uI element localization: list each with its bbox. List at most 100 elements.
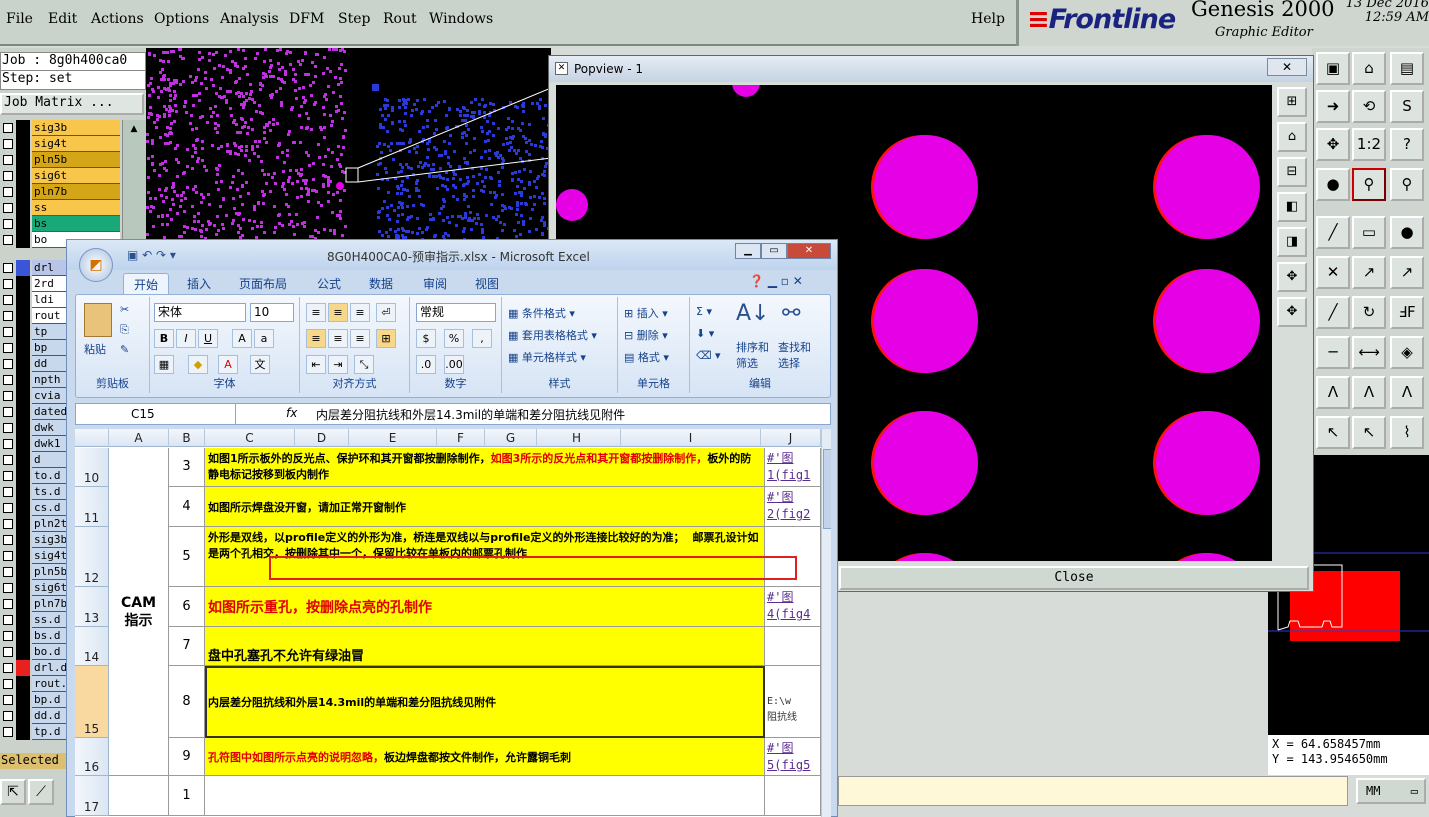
layer-color-swatch[interactable] [16,724,30,740]
stretch-icon[interactable]: ⟷ [1352,336,1386,369]
layer-checkbox[interactable] [3,343,13,353]
pad[interactable] [874,553,978,561]
layer-color-swatch[interactable] [16,216,30,232]
orientation-icon[interactable]: ⤡ [354,355,374,374]
minimize-icon[interactable]: ▁ [735,243,761,259]
layer-checkbox[interactable] [3,455,13,465]
layer-checkbox[interactable] [3,391,13,401]
pad[interactable] [1156,411,1260,515]
layer-name[interactable]: pln7b [32,184,120,200]
instruction-cell[interactable]: 内层差分阻抗线和外层14.3mil的单端和差分阻抗线见附件 [205,666,765,738]
maximize-icon[interactable]: ▭ [761,243,787,259]
layer-color-swatch[interactable] [16,356,30,372]
menu-step[interactable]: Step [338,11,370,27]
menu-help[interactable]: Help [971,11,1005,27]
align-center-icon[interactable]: ≡ [328,329,348,348]
layer-color-swatch[interactable] [16,404,30,420]
format-cells-button[interactable]: ▤ 格式 ▾ [624,349,669,365]
select-tool-icon[interactable]: ⇱ [0,779,26,805]
menu-actions[interactable]: Actions [91,11,144,27]
layer-color-swatch[interactable] [16,708,30,724]
layer-color-swatch[interactable] [16,468,30,484]
layer-row[interactable]: sig3b [0,120,120,136]
layer-color-swatch[interactable] [16,500,30,516]
table-cell[interactable] [109,776,169,816]
close-icon[interactable]: ✕ [787,243,831,259]
layer-color-swatch[interactable] [16,436,30,452]
arc3-icon[interactable]: Λ [1390,376,1424,409]
layer-name[interactable]: sig4t [32,136,120,152]
layer-color-swatch[interactable] [16,644,30,660]
cut-icon[interactable]: ╱ [1316,296,1350,329]
layer-checkbox[interactable] [3,487,13,497]
mirror-icon[interactable]: ℲF [1390,296,1424,329]
layer-color-swatch[interactable] [16,628,30,644]
pad-icon[interactable]: ● [1390,216,1424,249]
increase-decimal-icon[interactable]: .0 [416,355,436,374]
layer-checkbox[interactable] [3,711,13,721]
find-icon[interactable]: ⚯ [782,301,800,326]
pad[interactable] [556,189,588,221]
pointer2-icon[interactable]: ↖ [1352,416,1386,449]
pan-right-icon[interactable]: ◨ [1277,227,1307,257]
window-icon[interactable]: ▤ [1390,52,1424,85]
link-cell[interactable] [765,627,821,666]
layer-checkbox[interactable] [3,219,13,229]
fx-icon[interactable]: fx [286,406,297,420]
layer-color-swatch[interactable] [16,340,30,356]
scroll-thumb[interactable] [823,449,831,529]
layer-color-swatch[interactable] [16,596,30,612]
cell-style-button[interactable]: ▦ 单元格样式 ▾ [508,349,586,365]
indent-decrease-icon[interactable]: ⇤ [306,355,326,374]
redraw-icon[interactable]: ⟲ [1352,90,1386,123]
popview-titlebar[interactable]: ✕ Popview - 1 [549,56,1313,82]
layer-color-swatch[interactable] [16,308,30,324]
layer-color-swatch[interactable] [16,516,30,532]
layer-name[interactable]: pln5b [32,152,120,168]
pad[interactable] [1156,269,1260,373]
layer-checkbox[interactable] [3,583,13,593]
layer-name[interactable]: sig6t [32,168,120,184]
fit-icon[interactable]: ✥ [1277,262,1307,292]
layer-checkbox[interactable] [3,235,13,245]
layer-color-swatch[interactable] [16,168,30,184]
row-header[interactable]: 17 [75,776,109,816]
row-header[interactable]: 14 [75,627,109,666]
link-cell[interactable]: #'图 1(fig1 [765,448,821,487]
layer-checkbox[interactable] [3,615,13,625]
zoom-out-icon[interactable]: ⊟ [1277,157,1307,187]
item-number-cell[interactable]: 8 [169,666,205,738]
indent-increase-icon[interactable]: ⇥ [328,355,348,374]
layer-checkbox[interactable] [3,279,13,289]
layer-row[interactable]: ss [0,200,120,216]
menu-analysis[interactable]: Analysis [220,11,279,27]
border-icon[interactable]: ▦ [154,355,174,374]
layer-color-swatch[interactable] [16,120,30,136]
layer-row[interactable]: pln7b [0,184,120,200]
excel-titlebar[interactable]: ◩ ▣ ↶ ↷ ▾ 8G0H400CA0-预审指示.xlsx - Microso… [67,240,837,282]
layer-checkbox[interactable] [3,311,13,321]
group-icon[interactable]: ◈ [1390,336,1424,369]
spreadsheet-grid[interactable]: ABCDEFGHIJ CAM 指示 10 3 如图1所示板外的反光点、保护环和其开窗都… [75,429,831,817]
layer-checkbox[interactable] [3,503,13,513]
column-header[interactable]: B [169,429,205,447]
layer-checkbox[interactable] [3,203,13,213]
menu-windows[interactable]: Windows [429,11,493,27]
cross-icon[interactable]: ✕ [1316,256,1350,289]
graphic-canvas[interactable] [146,48,551,248]
pan-icon[interactable]: ➜ [1316,90,1350,123]
comma-icon[interactable]: , [472,329,492,348]
font-name-input[interactable]: 宋体 [154,303,246,322]
layer-color-swatch[interactable] [16,136,30,152]
wrap-text-icon[interactable]: ⏎ [376,303,396,322]
layer-checkbox[interactable] [3,139,13,149]
tab-page-layout[interactable]: 页面布局 [239,275,287,292]
row-header[interactable]: 12 [75,527,109,587]
attachment-link[interactable]: #'图 4(fig4 [767,590,810,621]
pointer-icon[interactable]: ↖ [1316,416,1350,449]
tab-formulas[interactable]: 公式 [317,275,341,292]
insert-cells-button[interactable]: ⊞ 插入 ▾ [624,305,668,321]
section-cell[interactable]: CAM 指示 [109,448,169,776]
layer-color-swatch[interactable] [16,200,30,216]
item-number-cell[interactable]: 7 [169,627,205,666]
